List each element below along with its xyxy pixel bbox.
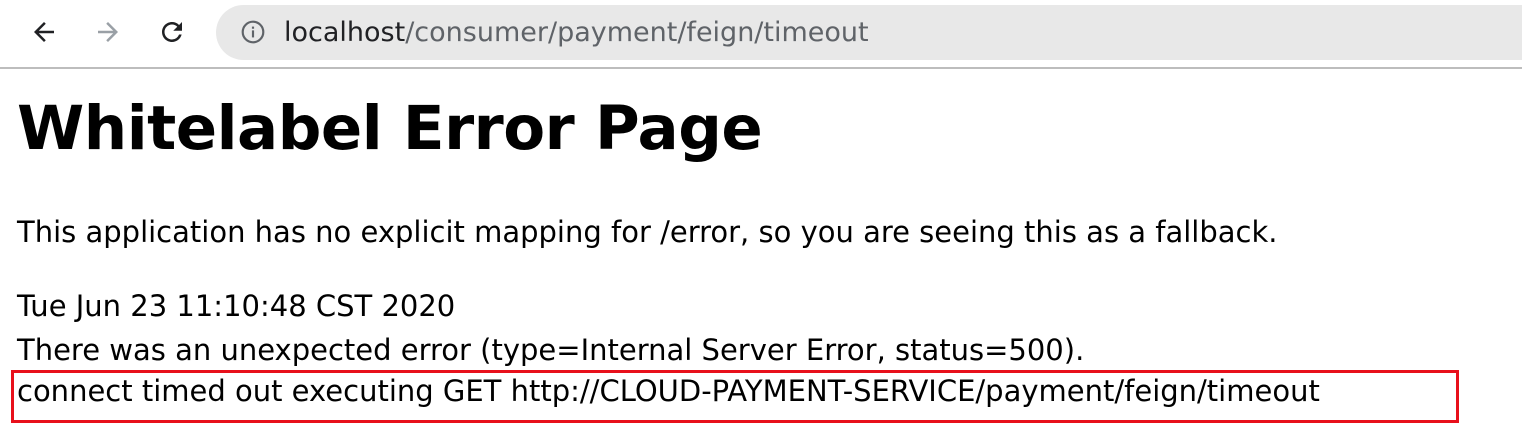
- arrow-left-icon: [34, 22, 54, 42]
- page-title: Whitelabel Error Page: [17, 93, 763, 164]
- forward-button[interactable]: [88, 12, 128, 52]
- error-timestamp: Tue Jun 23 11:10:48 CST 2020: [17, 289, 456, 323]
- url-path: /consumer/payment/feign/timeout: [405, 17, 869, 48]
- reload-button[interactable]: [152, 12, 192, 52]
- url-host: localhost: [284, 17, 406, 48]
- arrow-right-icon: [98, 22, 118, 42]
- info-circle-icon[interactable]: [240, 19, 266, 45]
- error-message-highlight-box: [11, 370, 1459, 423]
- error-summary: There was an unexpected error (type=Inte…: [17, 333, 1085, 367]
- error-lead-text: This application has no explicit mapping…: [17, 215, 1278, 249]
- address-bar[interactable]: localhost/consumer/payment/feign/timeout: [216, 5, 1522, 60]
- browser-toolbar: localhost/consumer/payment/feign/timeout: [0, 0, 1522, 69]
- url-text[interactable]: localhost/consumer/payment/feign/timeout: [284, 5, 869, 60]
- reload-icon: [162, 22, 182, 42]
- back-button[interactable]: [24, 12, 64, 52]
